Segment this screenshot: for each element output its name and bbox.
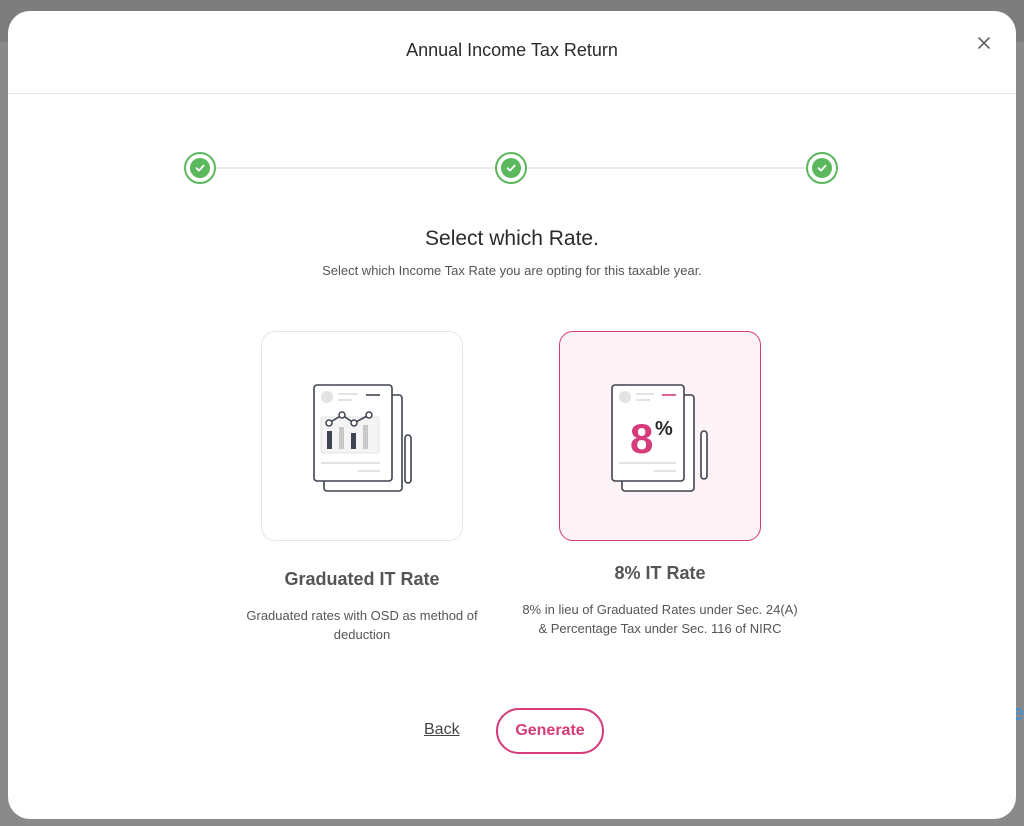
step-3-complete [806,152,838,184]
modal-actions: Back Generate [8,708,1016,756]
close-icon [978,37,990,49]
option-description-eight-percent: 8% in lieu of Graduated Rates under Sec.… [522,602,798,636]
modal-header: Annual Income Tax Return [8,11,1016,94]
modal-title: Annual Income Tax Return [406,39,618,60]
document-chart-icon [313,384,412,492]
option-card-graduated[interactable] [261,331,463,541]
step-1-complete [184,152,216,184]
check-icon [195,164,205,172]
option-card-eight-percent[interactable]: 8 % [559,331,761,541]
option-eight-percent-rate[interactable]: 8 % 8% IT Rate 8% in lieu of Graduated R… [515,331,805,638]
tax-return-modal: Annual Income Tax Return Select which Ra… [8,11,1016,819]
back-link[interactable]: Back [424,721,460,739]
option-graduated-rate[interactable]: Graduated IT Rate Graduated rates with O… [217,331,507,644]
section-subtitle: Select which Income Tax Rate you are opt… [322,263,702,278]
section-title: Select which Rate. [425,227,599,250]
check-icon [506,164,516,172]
check-icon [817,164,827,172]
document-percent-icon: 8 % [611,384,708,492]
progress-stepper [184,152,840,184]
option-title-eight-percent: 8% IT Rate [614,563,706,583]
percent-badge-symbol: % [655,418,673,440]
generate-button[interactable]: Generate [496,708,604,754]
close-button[interactable] [974,33,994,53]
option-title-graduated: Graduated IT Rate [284,569,440,589]
step-2-complete [495,152,527,184]
option-description-graduated: Graduated rates with OSD as method of de… [246,608,478,642]
percent-badge-number: 8 [630,415,653,462]
